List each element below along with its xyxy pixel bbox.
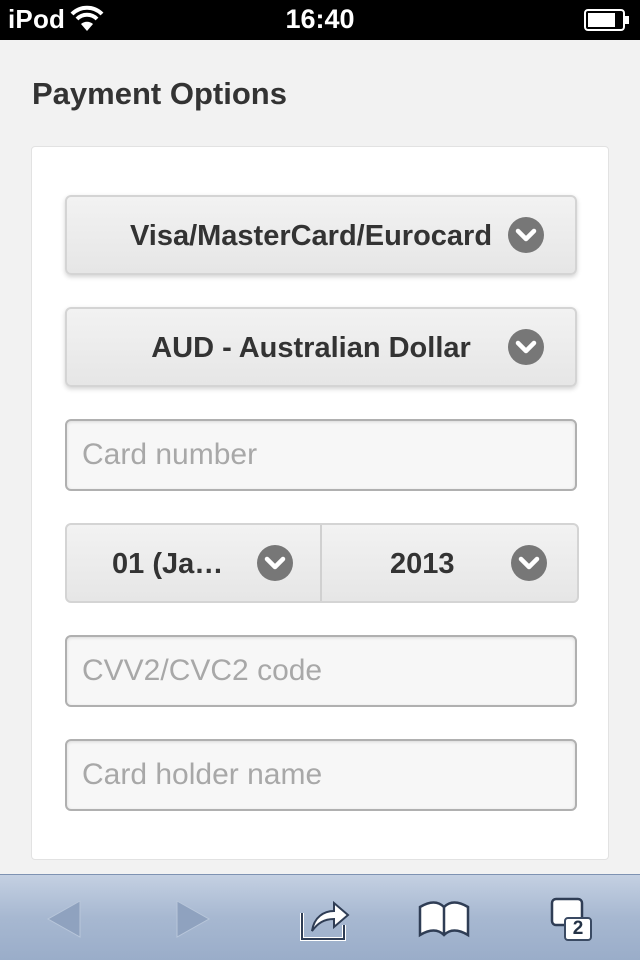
chevron-down-icon <box>508 329 544 365</box>
tabs-icon[interactable]: 2 <box>544 889 604 949</box>
chevron-down-icon <box>257 545 293 581</box>
card-holder-name-input[interactable] <box>65 739 577 811</box>
expiry-month-value: 01 (Ja… <box>112 548 224 580</box>
expiry-year-select[interactable]: 2013 <box>322 525 577 601</box>
cvv-input[interactable] <box>65 635 577 707</box>
forward-icon[interactable] <box>163 889 223 949</box>
bookmarks-icon[interactable] <box>414 889 474 949</box>
expiry-month-select[interactable]: 01 (Ja… <box>67 525 320 601</box>
card-number-input[interactable] <box>65 419 577 491</box>
battery-icon <box>584 9 630 31</box>
page-title: Payment Options <box>32 76 287 111</box>
chevron-down-icon <box>511 545 547 581</box>
currency-select[interactable]: AUD - Australian Dollar <box>65 307 577 387</box>
browser-toolbar: 2 <box>0 874 640 960</box>
payment-form: Visa/MasterCard/Eurocard AUD - Australia… <box>31 146 609 860</box>
status-bar: iPod 16:40 <box>0 0 640 40</box>
expiry-year-value: 2013 <box>390 548 455 580</box>
share-icon[interactable] <box>294 889 354 949</box>
currency-value: AUD - Australian Dollar <box>151 332 471 364</box>
card-type-select[interactable]: Visa/MasterCard/Eurocard <box>65 195 577 275</box>
chevron-down-icon <box>508 217 544 253</box>
status-time: 16:40 <box>285 4 355 34</box>
back-icon[interactable] <box>34 889 94 949</box>
tabs-count: 2 <box>564 917 592 941</box>
page-content: Payment Options Visa/MasterCard/Eurocard… <box>0 40 640 874</box>
card-type-value: Visa/MasterCard/Eurocard <box>129 220 493 252</box>
expiry-date-group: 01 (Ja… 2013 <box>65 523 579 603</box>
